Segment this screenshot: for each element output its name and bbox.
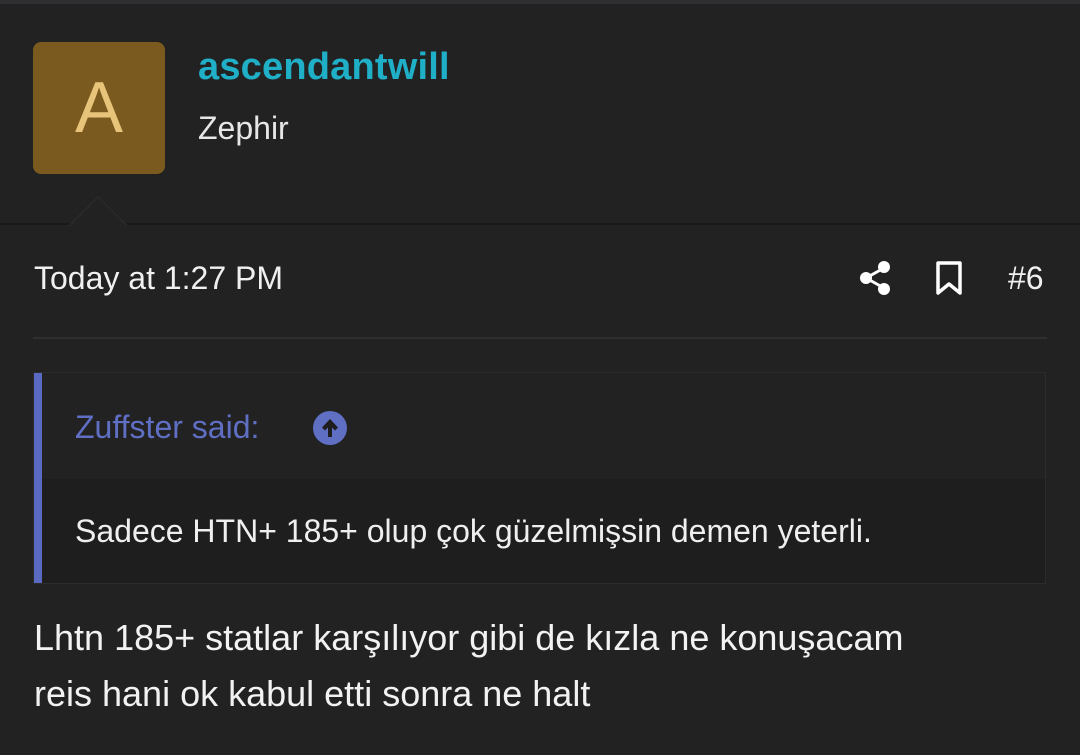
avatar[interactable]: A — [33, 42, 165, 174]
quote-block: Zuffster said: Sadece HTN+ 185+ olup çok… — [33, 372, 1046, 584]
bookmark-icon[interactable] — [933, 260, 965, 296]
username-link[interactable]: ascendantwill — [198, 46, 450, 89]
arrow-up-circle-icon[interactable] — [312, 410, 348, 446]
post-body-line: Lhtn 185+ statlar karşılıyor gibi de kız… — [34, 617, 904, 658]
post-meta-bar: Today at 1:27 PM #6 — [0, 225, 1080, 337]
share-icon[interactable] — [857, 260, 893, 296]
quote-attribution[interactable]: Zuffster said: — [75, 409, 259, 446]
post-number-link[interactable]: #6 — [1008, 260, 1044, 297]
user-title: Zephir — [198, 110, 289, 146]
post-timestamp[interactable]: Today at 1:27 PM — [34, 260, 283, 297]
meta-divider — [33, 337, 1047, 339]
quote-text: Sadece HTN+ 185+ olup çok güzelmişsin de… — [75, 513, 872, 549]
header-pointer-fill — [70, 198, 126, 226]
post-user-header: A ascendantwill Zephir — [0, 4, 1080, 224]
quote-accent-bar — [34, 373, 42, 583]
quote-header: Zuffster said: — [42, 373, 1045, 479]
post-body-line: reis hani ok kabul etti sonra ne halt — [34, 673, 591, 714]
post-body: Lhtn 185+ statlar karşılıyor gibi de kız… — [34, 610, 1054, 722]
